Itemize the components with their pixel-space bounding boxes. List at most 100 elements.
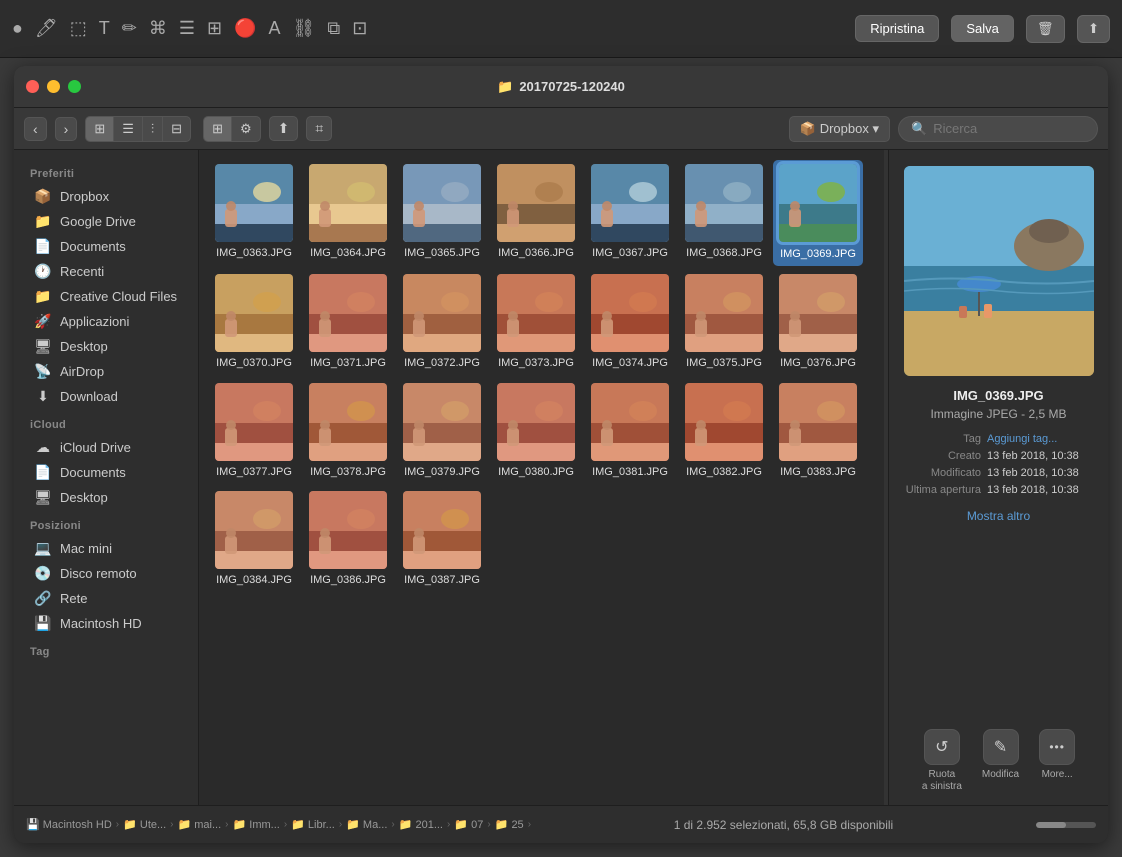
bc-libr[interactable]: 📁 Libr... [291,818,335,831]
file-item[interactable]: IMG_0386.JPG [303,487,393,591]
search-bar[interactable]: 🔍 Ricerca [898,116,1098,142]
sidebar-item-airdrop[interactable]: 📡 AirDrop [18,359,194,384]
bc-25[interactable]: 📁 25 [495,818,524,831]
sidebar-item-icloud-documents[interactable]: 📄 Documents [18,460,194,485]
tag-button[interactable]: ⌗ [306,116,332,141]
view-gallery-btn[interactable]: ⊟ [163,117,190,141]
circle-icon[interactable]: ● [12,18,23,39]
crop-icon[interactable]: ⊡ [352,18,367,39]
bc-201[interactable]: 📁 201... [399,818,443,831]
progress-bar [1036,822,1096,828]
sidebar-item-icloud-desktop[interactable]: 🖥 Desktop [18,485,194,510]
file-item[interactable]: IMG_0366.JPG [491,160,581,266]
file-item[interactable]: IMG_0375.JPG [679,270,769,374]
view-grid-btn[interactable]: ⊞ [204,117,232,141]
layout-icon[interactable]: ⊞ [207,18,222,39]
bc-mai[interactable]: 📁 mai... [178,818,222,831]
file-item[interactable]: IMG_0384.JPG [209,487,299,591]
icloud-documents-label: Documents [60,465,126,480]
minimize-button[interactable] [47,80,60,93]
file-item[interactable]: IMG_0373.JPG [491,270,581,374]
bc-sep-8: › [487,819,490,830]
file-item[interactable]: IMG_0381.JPG [585,379,675,483]
sidebar-item-applicazioni[interactable]: 🚀 Applicazioni [18,309,194,334]
text-icon[interactable]: T [99,18,110,39]
sidebar-item-recenti[interactable]: 🕐 Recenti [18,259,194,284]
sidebar-item-icloud-drive[interactable]: ☁ iCloud Drive [18,435,194,460]
file-item[interactable]: IMG_0363.JPG [209,160,299,266]
modifica-button[interactable]: ✎ Modifica [982,729,1019,793]
back-button[interactable]: ‹ [24,117,47,141]
forward-button[interactable]: › [55,117,78,141]
file-item[interactable]: IMG_0370.JPG [209,270,299,374]
color-icon[interactable]: 🔴 [234,18,256,39]
content-area: Preferiti 📦 Dropbox 📁 Google Drive 📄 Doc… [14,150,1108,805]
file-item[interactable]: IMG_0380.JPG [491,379,581,483]
upload-button[interactable]: ⬆ [269,116,299,141]
file-item[interactable]: IMG_0364.JPG [303,160,393,266]
more-button[interactable]: ••• More... [1039,729,1075,793]
file-item[interactable]: IMG_0382.JPG [679,379,769,483]
file-item[interactable]: IMG_0367.JPG [585,160,675,266]
sidebar-section-tag: Tag [14,636,198,662]
bc-ma[interactable]: 📁 Ma... [346,818,387,831]
share-button[interactable]: ⬆ [1077,15,1110,43]
file-item[interactable]: IMG_0371.JPG [303,270,393,374]
recenti-icon: 🕐 [34,263,52,280]
bc-07[interactable]: 📁 07 [454,818,483,831]
modifica-icon: ✎ [983,729,1019,765]
file-name: IMG_0376.JPG [780,356,856,370]
file-item[interactable]: IMG_0387.JPG [397,487,487,591]
ruota-button[interactable]: ↺ Ruotaa sinistra [922,729,962,793]
link-icon[interactable]: ⛓ [293,18,316,39]
sidebar-item-google-drive[interactable]: 📁 Google Drive [18,209,194,234]
maximize-button[interactable] [68,80,81,93]
file-item[interactable]: IMG_0378.JPG [303,379,393,483]
file-item[interactable]: IMG_0372.JPG [397,270,487,374]
dropbox-button[interactable]: 📦 Dropbox ▾ [789,116,890,142]
sidebar-item-mac-mini[interactable]: 💻 Mac mini [18,536,194,561]
ripristina-button[interactable]: Ripristina [855,15,939,42]
sidebar-item-dropbox[interactable]: 📦 Dropbox [18,184,194,209]
file-item[interactable]: IMG_0365.JPG [397,160,487,266]
file-item[interactable]: IMG_0376.JPG [773,270,863,374]
pen-icon[interactable]: 🖊 [35,18,58,39]
bc-macintosh-hd[interactable]: 💾 Macintosh HD [26,818,112,831]
file-name: IMG_0369.JPG [777,246,859,262]
stamp-icon[interactable]: ⌘ [149,18,167,39]
bc-imm[interactable]: 📁 Imm... [233,818,280,831]
trash-button[interactable]: 🗑 [1026,15,1065,43]
font-icon[interactable]: A [269,18,281,39]
sidebar-item-documents[interactable]: 📄 Documents [18,234,194,259]
sidebar-item-macintosh-hd[interactable]: 💾 Macintosh HD [18,611,194,636]
sidebar-item-rete[interactable]: 🔗 Rete [18,586,194,611]
breadcrumb-trail: 💾 Macintosh HD › 📁 Ute... › 📁 mai... › 📁… [26,818,531,831]
sidebar-item-disco-remoto[interactable]: 💿 Disco remoto [18,561,194,586]
file-item[interactable]: IMG_0377.JPG [209,379,299,483]
meta-tag-value[interactable]: Aggiungi tag... [987,433,1057,445]
file-item[interactable]: IMG_0369.JPG [773,160,863,266]
sidebar-item-creative-cloud[interactable]: 📁 Creative Cloud Files [18,284,194,309]
meta-creato-value: 13 feb 2018, 10:38 [987,450,1079,462]
view-column-btn[interactable]: ⫶ [143,117,163,141]
shape-icon[interactable]: ⬚ [70,18,87,39]
brush-icon[interactable]: ✏ [122,18,137,39]
sidebar-item-download[interactable]: ⬇ Download [18,384,194,409]
view-icon-btn[interactable]: ⊞ [86,117,114,141]
airdrop-icon: 📡 [34,363,52,380]
view-list-btn[interactable]: ☰ [114,117,143,141]
close-button[interactable] [26,80,39,93]
file-item[interactable]: IMG_0383.JPG [773,379,863,483]
copy-icon[interactable]: ⧉ [327,18,340,39]
view-options-btn[interactable]: ⚙ [232,117,260,141]
salva-button[interactable]: Salva [951,15,1014,42]
file-item[interactable]: IMG_0374.JPG [585,270,675,374]
list-icon[interactable]: ☰ [179,18,195,39]
file-item[interactable]: IMG_0368.JPG [679,160,769,266]
bc-ute[interactable]: 📁 Ute... [123,818,166,831]
download-sidebar-icon: ⬇ [34,388,52,405]
icloud-documents-icon: 📄 [34,464,52,481]
file-item[interactable]: IMG_0379.JPG [397,379,487,483]
sidebar-item-desktop[interactable]: 🖥 Desktop [18,334,194,359]
mostra-altro-link[interactable]: Mostra altro [967,509,1030,523]
